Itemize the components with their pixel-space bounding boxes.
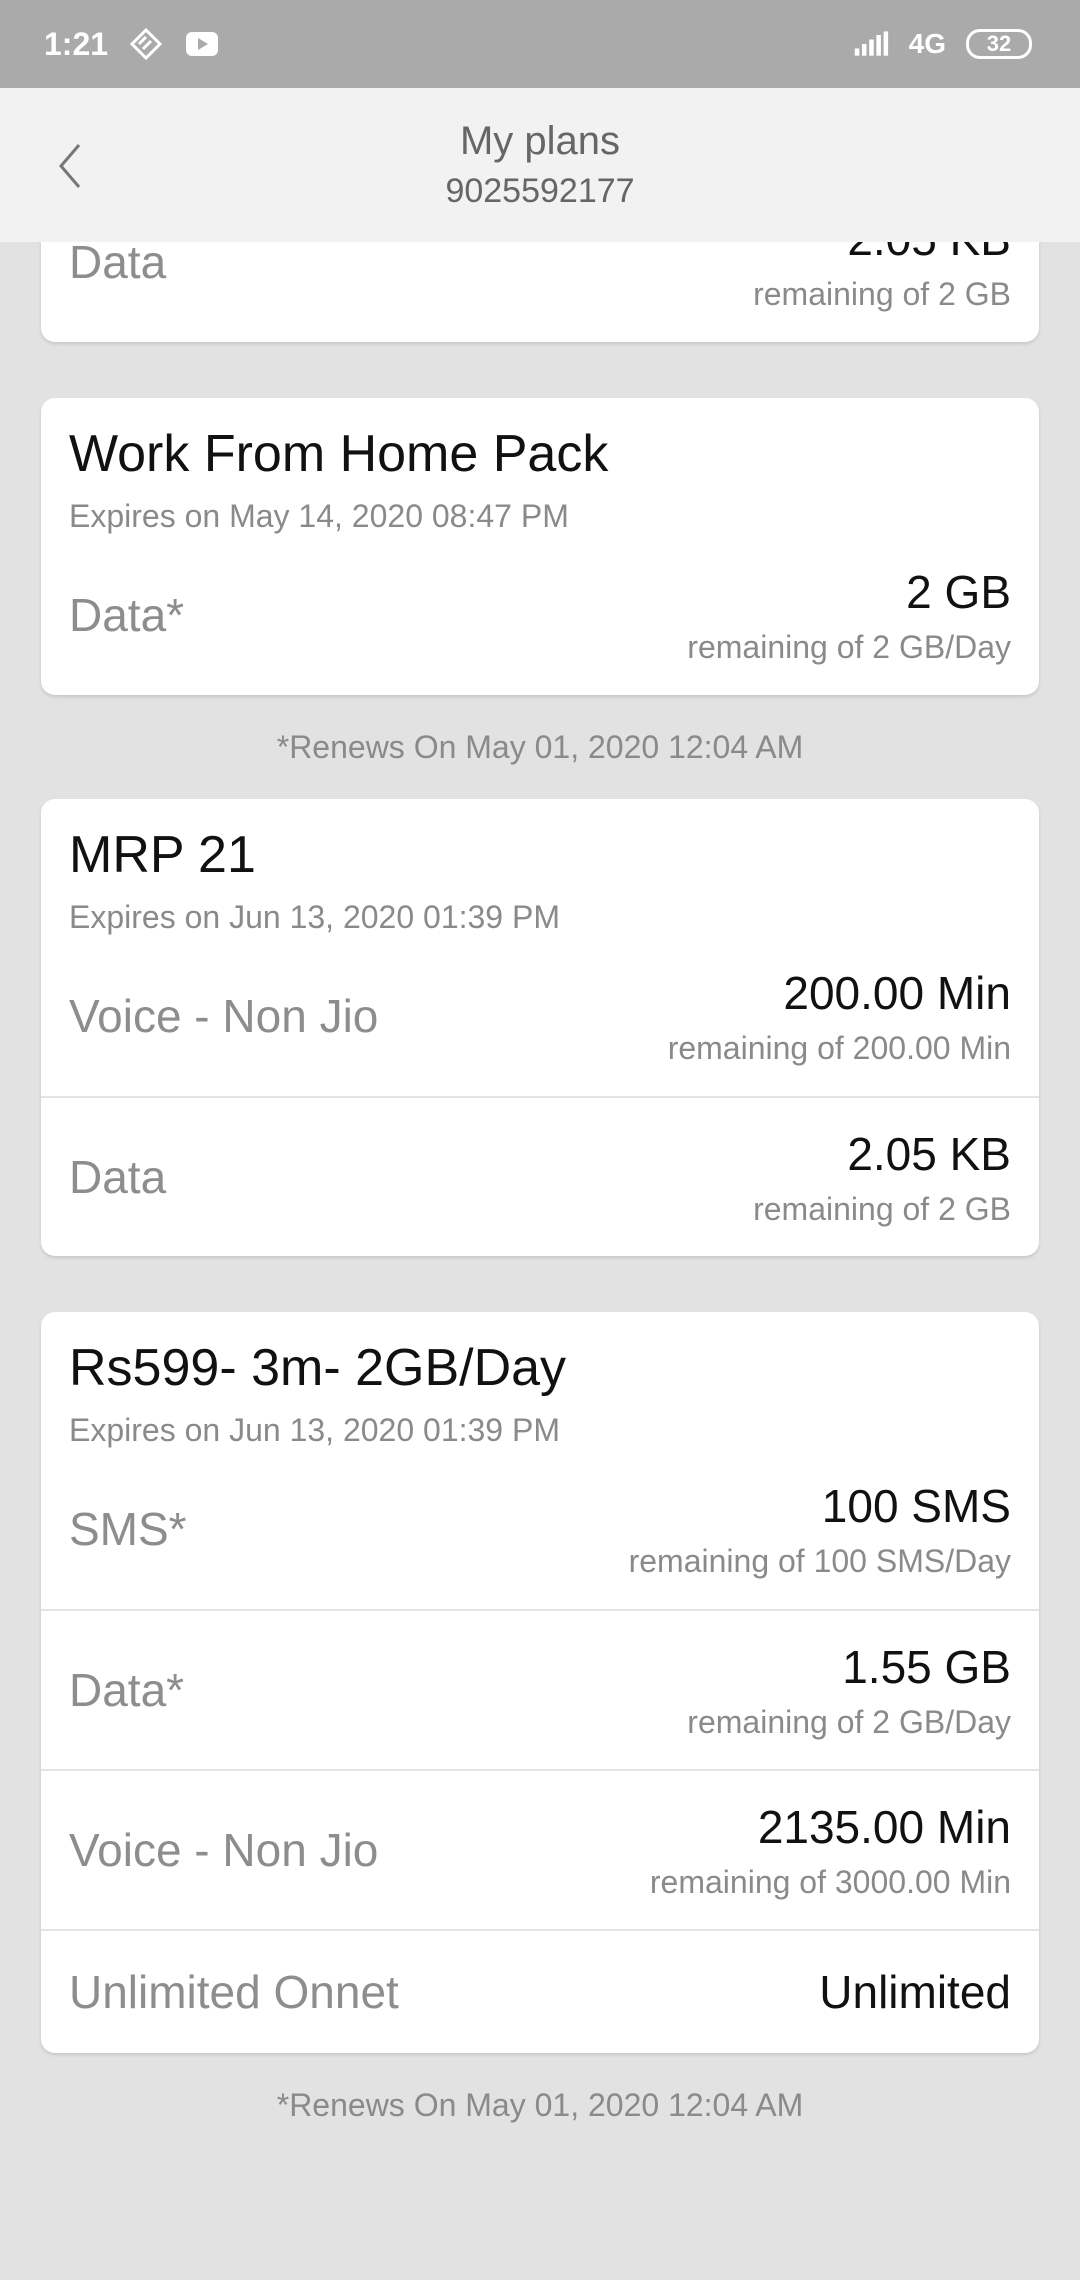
page-title: My plans: [459, 119, 621, 163]
back-button[interactable]: [50, 138, 90, 194]
row-value: 100 SMS: [821, 1479, 1011, 1532]
status-bar: 1:21 4G 32: [0, 0, 1080, 88]
signal-icon: [853, 26, 889, 62]
row-label: SMS*: [69, 1503, 187, 1555]
plan-row-onnet: Unlimited Onnet Unlimited: [41, 1929, 1039, 2053]
battery-icon: 32: [966, 29, 1032, 59]
row-label: Data: [69, 242, 167, 288]
row-remaining: remaining of 2 GB/Day: [687, 628, 1011, 665]
row-label: Data*: [69, 589, 185, 641]
youtube-icon: [184, 26, 220, 62]
battery-level: 32: [986, 31, 1012, 56]
network-type: 4G: [908, 28, 946, 59]
sync-icon: [128, 26, 164, 62]
plan-row-sms: SMS* 100 SMS remaining of 100 SMS/Day: [41, 1449, 1039, 1609]
row-label: Data: [69, 1151, 167, 1203]
row-value: 1.55 GB: [842, 1640, 1011, 1693]
plan-expiry: Expires on May 14, 2020 08:47 PM: [69, 498, 569, 534]
chevron-left-icon: [59, 144, 81, 188]
plan-card-mrp-21: MRP 21 Expires on Jun 13, 2020 01:39 PM …: [41, 799, 1039, 1256]
row-value: 2.05 KB: [847, 1127, 1011, 1180]
row-remaining: remaining of 3000.00 Min: [649, 1863, 1011, 1900]
row-value: 2 GB: [906, 565, 1011, 618]
phone-number: 9025592177: [445, 172, 635, 210]
renew-note: *Renews On May 01, 2020 12:04 AM: [276, 2087, 804, 2123]
plan-card: Data 2.05 KB remaining of 2 GB: [41, 242, 1039, 342]
row-remaining: remaining of 100 SMS/Day: [628, 1542, 1011, 1579]
plan-expiry: Expires on Jun 13, 2020 01:39 PM: [69, 899, 560, 935]
plan-card-rs599: Rs599- 3m- 2GB/Day Expires on Jun 13, 20…: [41, 1312, 1039, 2053]
plan-row-data: Data* 1.55 GB remaining of 2 GB/Day: [41, 1609, 1039, 1769]
row-label: Data*: [69, 1664, 185, 1716]
plan-card-work-from-home: Work From Home Pack Expires on May 14, 2…: [41, 398, 1039, 695]
row-value: 2135.00 Min: [757, 1800, 1011, 1853]
row-remaining: remaining of 2 GB: [753, 1190, 1011, 1227]
row-remaining: remaining of 200.00 Min: [667, 1029, 1011, 1066]
app-header: My plans 9025592177: [0, 88, 1080, 242]
row-label: Unlimited Onnet: [69, 1966, 399, 2018]
status-bar-right: 4G 32: [853, 26, 1032, 62]
plan-row-voice: Voice - Non Jio 2135.00 Min remaining of…: [41, 1769, 1039, 1929]
renew-note: *Renews On May 01, 2020 12:04 AM: [276, 729, 804, 765]
row-value: 2.05 KB: [753, 242, 1011, 266]
plans-list[interactable]: Data 2.05 KB remaining of 2 GB Work From…: [0, 242, 1080, 2280]
status-bar-left: 1:21: [44, 26, 220, 63]
row-label: Voice - Non Jio: [69, 1824, 379, 1876]
plan-title: Work From Home Pack: [69, 425, 609, 483]
plan-expiry: Expires on Jun 13, 2020 01:39 PM: [69, 1412, 560, 1448]
plan-row-data: Data* 2 GB remaining of 2 GB/Day: [41, 535, 1039, 695]
row-remaining: remaining of 2 GB: [753, 275, 1011, 312]
row-remaining: remaining of 2 GB/Day: [687, 1703, 1011, 1740]
plan-row-data: Data 2.05 KB remaining of 2 GB: [41, 242, 1039, 342]
plan-title: Rs599- 3m- 2GB/Day: [69, 1339, 567, 1397]
row-value: Unlimited: [819, 1966, 1011, 2018]
row-value: 200.00 Min: [783, 966, 1011, 1019]
row-label: Voice - Non Jio: [69, 990, 379, 1042]
plan-row-voice: Voice - Non Jio 200.00 Min remaining of …: [41, 936, 1039, 1096]
status-time: 1:21: [44, 25, 109, 62]
plan-title: MRP 21: [69, 826, 256, 884]
plan-row-data: Data 2.05 KB remaining of 2 GB: [41, 1096, 1039, 1256]
